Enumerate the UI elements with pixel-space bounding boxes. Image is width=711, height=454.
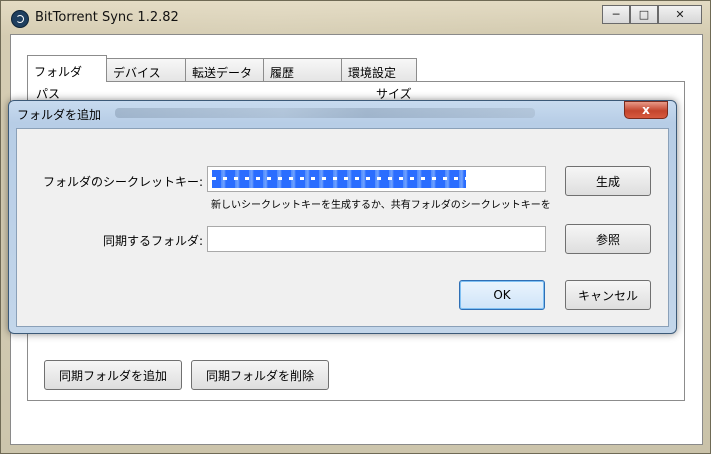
- tab-transfers[interactable]: 転送データ: [185, 58, 264, 82]
- tab-history[interactable]: 履歴: [263, 58, 342, 82]
- secret-key-label: フォルダのシークレットキー:: [42, 175, 203, 189]
- tab-devices[interactable]: デバイス: [106, 58, 186, 82]
- dialog-client-area: フォルダのシークレットキー: 生成 新しいシークレットキーを生成するか、共有フォ…: [16, 128, 669, 327]
- bittorrent-sync-icon: [11, 10, 29, 28]
- caption-buttons: ─ □ ✕: [602, 5, 702, 24]
- maximize-button[interactable]: □: [630, 5, 658, 24]
- close-button[interactable]: ✕: [658, 5, 702, 24]
- remove-sync-folder-button[interactable]: 同期フォルダを削除: [191, 360, 329, 390]
- secret-key-input[interactable]: [207, 166, 546, 192]
- tab-folders[interactable]: フォルダ: [27, 55, 107, 82]
- tab-strip: フォルダ デバイス 転送データ 履歴 環境設定: [27, 55, 417, 82]
- browse-button[interactable]: 参照: [565, 224, 651, 254]
- sync-folder-input[interactable]: [207, 226, 546, 252]
- dialog-title-blur: [115, 108, 535, 118]
- add-sync-folder-button[interactable]: 同期フォルダを追加: [44, 360, 182, 390]
- tab-preferences[interactable]: 環境設定: [341, 58, 417, 82]
- title-bar[interactable]: BitTorrent Sync 1.2.82 ─ □ ✕: [1, 1, 710, 35]
- dialog-close-button[interactable]: x: [624, 101, 668, 119]
- ok-button[interactable]: OK: [459, 280, 545, 310]
- dialog-title: フォルダを追加: [17, 108, 102, 122]
- secret-key-redaction: [212, 170, 466, 188]
- cancel-button[interactable]: キャンセル: [565, 280, 651, 310]
- window-title: BitTorrent Sync 1.2.82: [35, 10, 179, 25]
- secret-key-hint: 新しいシークレットキーを生成するか、共有フォルダのシークレットキーを: [211, 200, 551, 211]
- minimize-button[interactable]: ─: [602, 5, 630, 24]
- add-folder-dialog: フォルダを追加 x フォルダのシークレットキー: 生成 新しいシークレットキーを…: [8, 100, 677, 334]
- generate-button[interactable]: 生成: [565, 166, 651, 196]
- sync-folder-label: 同期するフォルダ:: [102, 234, 203, 248]
